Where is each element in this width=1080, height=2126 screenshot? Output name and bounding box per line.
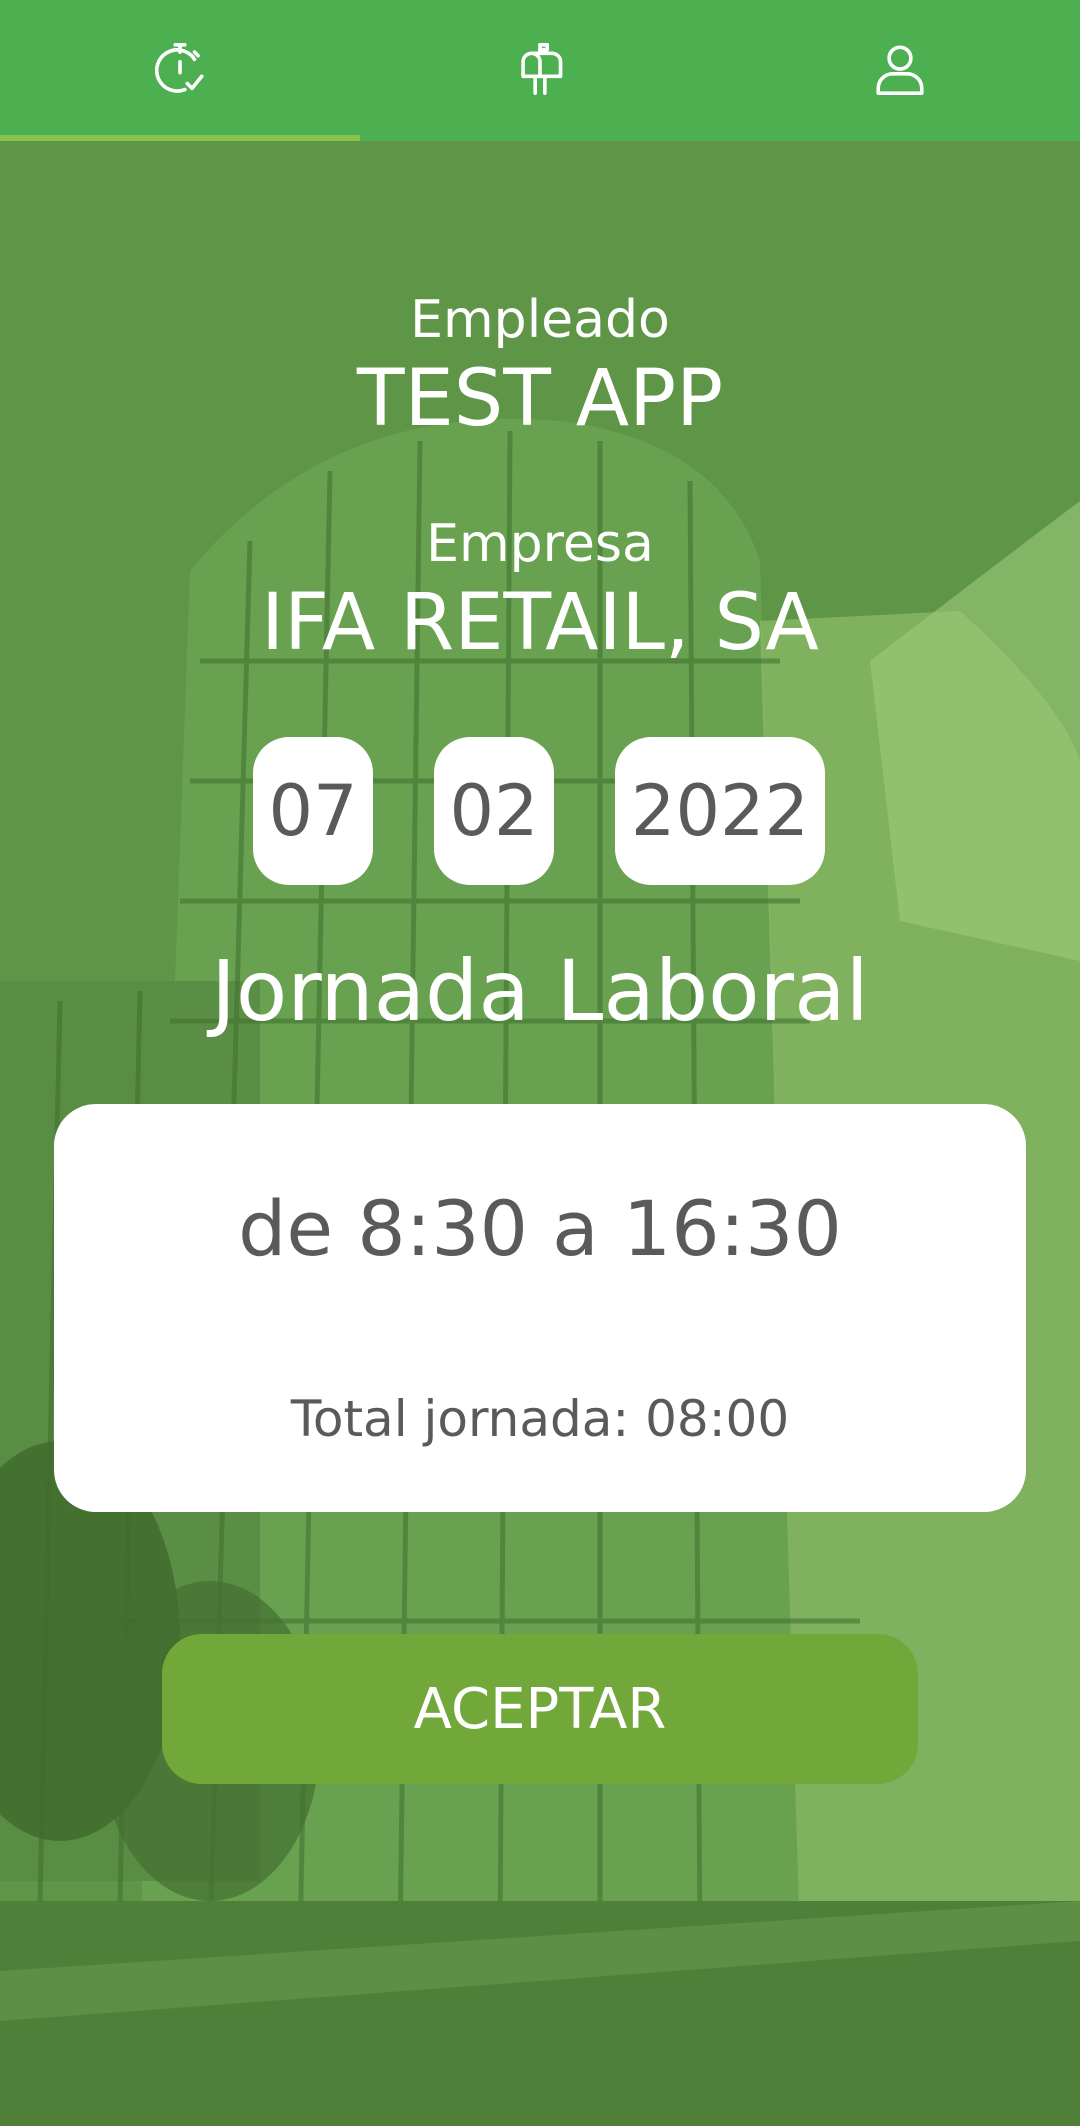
tab-profile[interactable] [720,0,1080,141]
employee-name: TEST APP [356,354,724,444]
mailbox-icon [511,40,569,102]
workday-total: Total jornada: 08:00 [290,1390,790,1448]
tab-fichaje[interactable] [0,0,360,141]
company-label: Empresa [426,514,654,574]
accept-button[interactable]: ACEPTAR [162,1634,918,1784]
date-day: 07 [253,737,373,885]
stopwatch-check-icon [151,40,209,102]
date-month: 02 [434,737,554,885]
employee-label: Empleado [410,290,670,350]
date-year: 2022 [615,737,825,885]
workday-hours: de 8:30 a 16:30 [238,1184,842,1273]
company-name: IFA RETAIL, SA [261,578,819,668]
workday-title: Jornada Laboral [211,942,869,1040]
schedule-card: de 8:30 a 16:30 Total jornada: 08:00 [54,1104,1026,1512]
user-icon [871,40,929,102]
top-navigation-bar [0,0,1080,141]
tab-mailbox[interactable] [360,0,720,141]
